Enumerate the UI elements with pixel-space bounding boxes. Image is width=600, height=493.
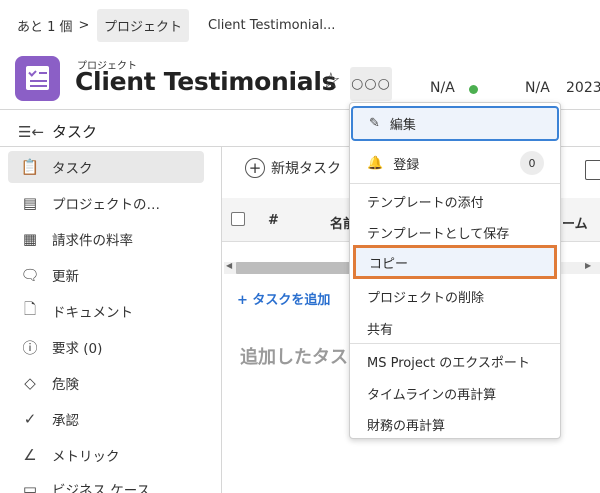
menu-item-attach-template[interactable]: テンプレートの添付	[350, 185, 560, 217]
sidebar: 📋 タスク ▤ プロジェクトの… ▦ 請求件の料率 🗨 更新 🗋 ドキュメント …	[0, 147, 222, 493]
rate-sheet-icon: ▦	[22, 230, 38, 248]
sidebar-item-label: 請求件の料率	[52, 233, 133, 249]
sidebar-item-business-case[interactable]: ▭ ビジネス ケース	[8, 473, 204, 493]
sidebar-item-tasks[interactable]: 📋 タスク	[8, 151, 204, 183]
menu-item-export-ms-project[interactable]: MS Project のエクスポート	[350, 345, 560, 377]
sidebar-item-billing-rates[interactable]: ▦ 請求件の料率	[8, 223, 204, 255]
bell-icon: 🔔	[367, 155, 384, 171]
breadcrumb-projects[interactable]: プロジェクト	[97, 9, 190, 42]
page-title: Client Testimonials	[75, 67, 337, 96]
menu-item-delete-project[interactable]: プロジェクトの削除	[350, 280, 560, 312]
select-all-checkbox[interactable]	[231, 212, 245, 226]
breadcrumb-projects-label[interactable]: プロジェクト	[97, 9, 190, 42]
sidebar-item-label: 危険	[52, 377, 79, 393]
file-icon: 🗋	[23, 299, 37, 318]
clipboard-check-icon: 📋	[20, 158, 40, 176]
tasks-bar-label: タスク	[52, 123, 98, 141]
sidebar-item-label: ビジネス ケース	[52, 483, 151, 493]
status-value: N/A	[430, 80, 455, 96]
star-icon[interactable]: ☆	[321, 69, 341, 94]
grid-view-icon[interactable]	[585, 160, 600, 180]
menu-item-recalc-timeline[interactable]: タイムラインの再計算	[350, 377, 560, 409]
sidebar-item-updates[interactable]: 🗨 更新	[8, 259, 204, 291]
document-icon: ▤	[22, 194, 38, 212]
sidebar-item-label: 承認	[52, 413, 79, 429]
page: { "breadcrumb": { "back": "あと 1 個", "sep…	[0, 0, 600, 493]
new-task-label: 新規タスク	[271, 161, 341, 177]
status-dot-icon	[469, 85, 478, 94]
sidebar-item-label: 要求 (0)	[52, 341, 103, 357]
menu-item-copy[interactable]: コピー	[353, 245, 557, 279]
sidebar-item-metrics[interactable]: ∠ メトリック	[8, 439, 204, 471]
speech-bubble-icon: 🗨	[20, 266, 40, 284]
subscribe-count-badge: 0	[520, 151, 544, 175]
column-header-number[interactable]: #	[268, 213, 279, 228]
add-task-link[interactable]: + タスクを追加	[237, 289, 330, 308]
request-bubble-icon: ⓘ	[22, 338, 38, 357]
menu-item-save-as-template[interactable]: テンプレートとして保存	[350, 216, 560, 248]
menu-divider	[350, 183, 560, 184]
more-options-menu: ✎ 編集 🔔 登録 0 テンプレートの添付 テンプレートとして保存 コピー プロ…	[349, 102, 561, 439]
more-options-button[interactable]: ○○○	[350, 67, 392, 101]
sidebar-item-label: 更新	[52, 269, 79, 285]
plus-circle-icon: +	[245, 158, 265, 178]
chart-line-icon: ∠	[23, 446, 37, 464]
tasks-bar[interactable]: ☰← タスク	[18, 121, 97, 142]
new-task-button[interactable]: + 新規タスク	[245, 158, 341, 178]
menu-item-recalc-finance[interactable]: 財務の再計算	[350, 408, 560, 440]
project-icon	[15, 56, 60, 101]
sidebar-item-label: メトリック	[52, 449, 120, 465]
sidebar-item-approvals[interactable]: ✓ 承認	[8, 403, 204, 435]
sidebar-item-label: タスク	[52, 161, 93, 177]
column-header-team[interactable]: ーム	[562, 213, 588, 232]
sidebar-item-documents[interactable]: 🗋 ドキュメント	[8, 295, 204, 327]
breadcrumb-separator: >	[78, 18, 90, 33]
breadcrumb-current-label: Client Testimonial...	[208, 18, 336, 33]
scroll-right-icon[interactable]: ▶	[585, 261, 591, 270]
scrollbar-thumb[interactable]	[236, 262, 356, 274]
sidebar-item-label: ドキュメント	[52, 305, 133, 321]
condition-value: N/A	[525, 80, 550, 96]
scroll-left-icon[interactable]: ◀	[226, 261, 232, 270]
menu-item-share[interactable]: 共有	[350, 312, 560, 344]
briefcase-icon: ▭	[22, 480, 38, 493]
menu-item-edit[interactable]: ✎ 編集	[351, 106, 559, 141]
sidebar-item-project-details[interactable]: ▤ プロジェクトの…	[8, 187, 204, 219]
menu-divider	[350, 343, 560, 344]
sidebar-item-requests[interactable]: ⓘ 要求 (0)	[8, 331, 204, 363]
approval-check-icon: ✓	[23, 410, 37, 428]
date-value: 2023	[566, 80, 600, 96]
breadcrumb-back-label[interactable]: あと 1 個	[17, 16, 73, 35]
menu-item-label: 編集	[389, 118, 416, 133]
breadcrumb-back[interactable]: あと 1 個 >	[17, 9, 89, 42]
pencil-icon: ✎	[369, 116, 380, 131]
sidebar-item-risks[interactable]: ◇ 危険	[8, 367, 204, 399]
menu-item-label: 登録	[393, 157, 420, 173]
collapse-panel-icon[interactable]: ☰←	[18, 123, 44, 141]
sidebar-item-label: プロジェクトの…	[52, 197, 160, 213]
breadcrumb-current: Client Testimonial...	[208, 9, 335, 42]
risk-diamond-icon: ◇	[24, 374, 36, 392]
